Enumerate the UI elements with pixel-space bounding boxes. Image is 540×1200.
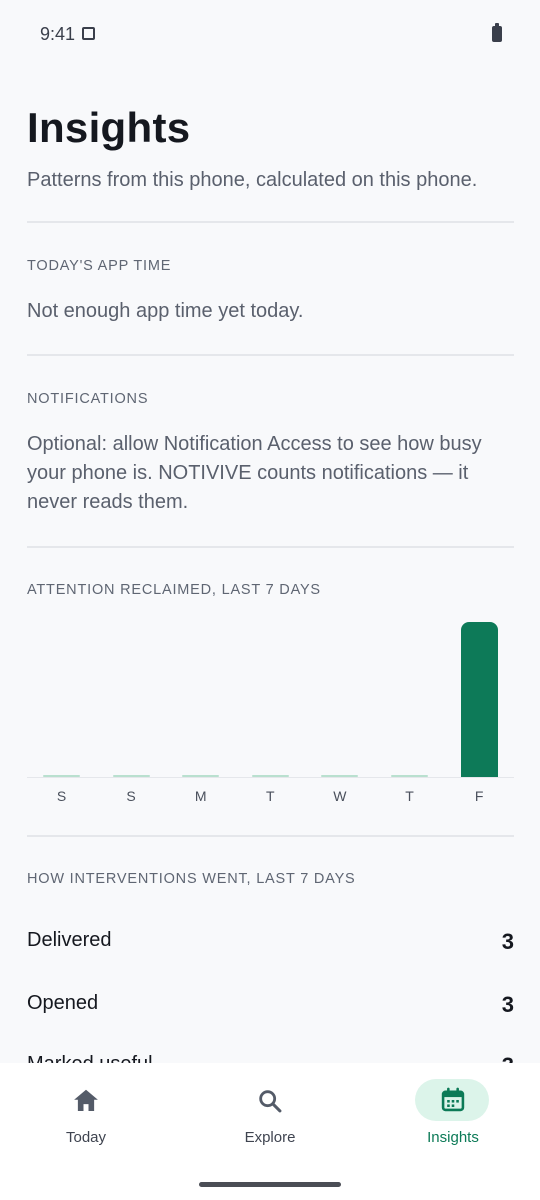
chart-tick-label: S: [126, 788, 136, 804]
insights-content: Insights Patterns from this phone, calcu…: [27, 100, 514, 194]
nav-label: Today: [65, 1129, 107, 1146]
chart-bar: [43, 775, 80, 777]
chart-bar: [182, 775, 220, 777]
stat-label: Opened: [27, 992, 99, 1014]
battery-icon: [492, 23, 502, 42]
app-time-section-label: TODAY'S APP TIME: [27, 258, 172, 274]
divider: [27, 835, 514, 837]
app-time-text: Not enough app time yet today.: [27, 300, 304, 322]
chart-tick-label: W: [333, 788, 347, 804]
stat-row-opened: Opened 3: [27, 992, 514, 1022]
chart-tick-label: T: [405, 788, 414, 804]
screenshot-icon: [82, 27, 95, 40]
page-title: Insights: [27, 104, 191, 151]
stat-row-delivered: Delivered 3: [27, 929, 514, 959]
nav-item-insights[interactable]: Insights: [398, 1079, 508, 1171]
status-time: 9:41: [40, 24, 76, 44]
attention-section-label: ATTENTION RECLAIMED, LAST 7 DAYS: [27, 582, 321, 598]
stat-value: 3: [501, 929, 514, 954]
chart-baseline: [27, 777, 514, 778]
chart-bar: [251, 775, 289, 777]
home-indicator[interactable]: [199, 1182, 341, 1187]
search-icon: [259, 1090, 282, 1113]
nav-label: Explore: [244, 1129, 296, 1146]
chart-bar: [460, 622, 498, 777]
status-bar: 9:41: [0, 0, 540, 68]
chart-bar: [391, 775, 428, 777]
home-icon: [74, 1089, 98, 1111]
notifications-section-label: NOTIFICATIONS: [27, 391, 149, 407]
attention-bar-chart: SSMTWTF: [27, 618, 514, 804]
chart-tick-label: S: [56, 788, 67, 804]
calendar-icon: [441, 1087, 465, 1112]
divider: [27, 546, 514, 548]
nav-item-today[interactable]: Today: [31, 1079, 141, 1171]
divider: [27, 354, 514, 356]
chart-bar: [112, 775, 150, 777]
chart-tick-label: M: [194, 788, 207, 804]
nav-label: Insights: [427, 1129, 479, 1146]
interventions-section-label: HOW INTERVENTIONS WENT, LAST 7 DAYS: [27, 871, 356, 887]
chart-tick-label: T: [266, 788, 275, 804]
chart-bar: [321, 775, 359, 777]
page-subtitle: Patterns from this phone, calculated on …: [27, 169, 478, 191]
notifications-text: Optional: allow Notification Access to s…: [27, 433, 482, 513]
nav-item-explore[interactable]: Explore: [215, 1079, 325, 1171]
stat-label: Delivered: [27, 929, 112, 951]
stat-value: 3: [501, 992, 514, 1017]
bottom-navigation: Today Explore Insights: [0, 1063, 540, 1200]
divider: [27, 221, 514, 223]
chart-tick-label: F: [474, 788, 484, 804]
